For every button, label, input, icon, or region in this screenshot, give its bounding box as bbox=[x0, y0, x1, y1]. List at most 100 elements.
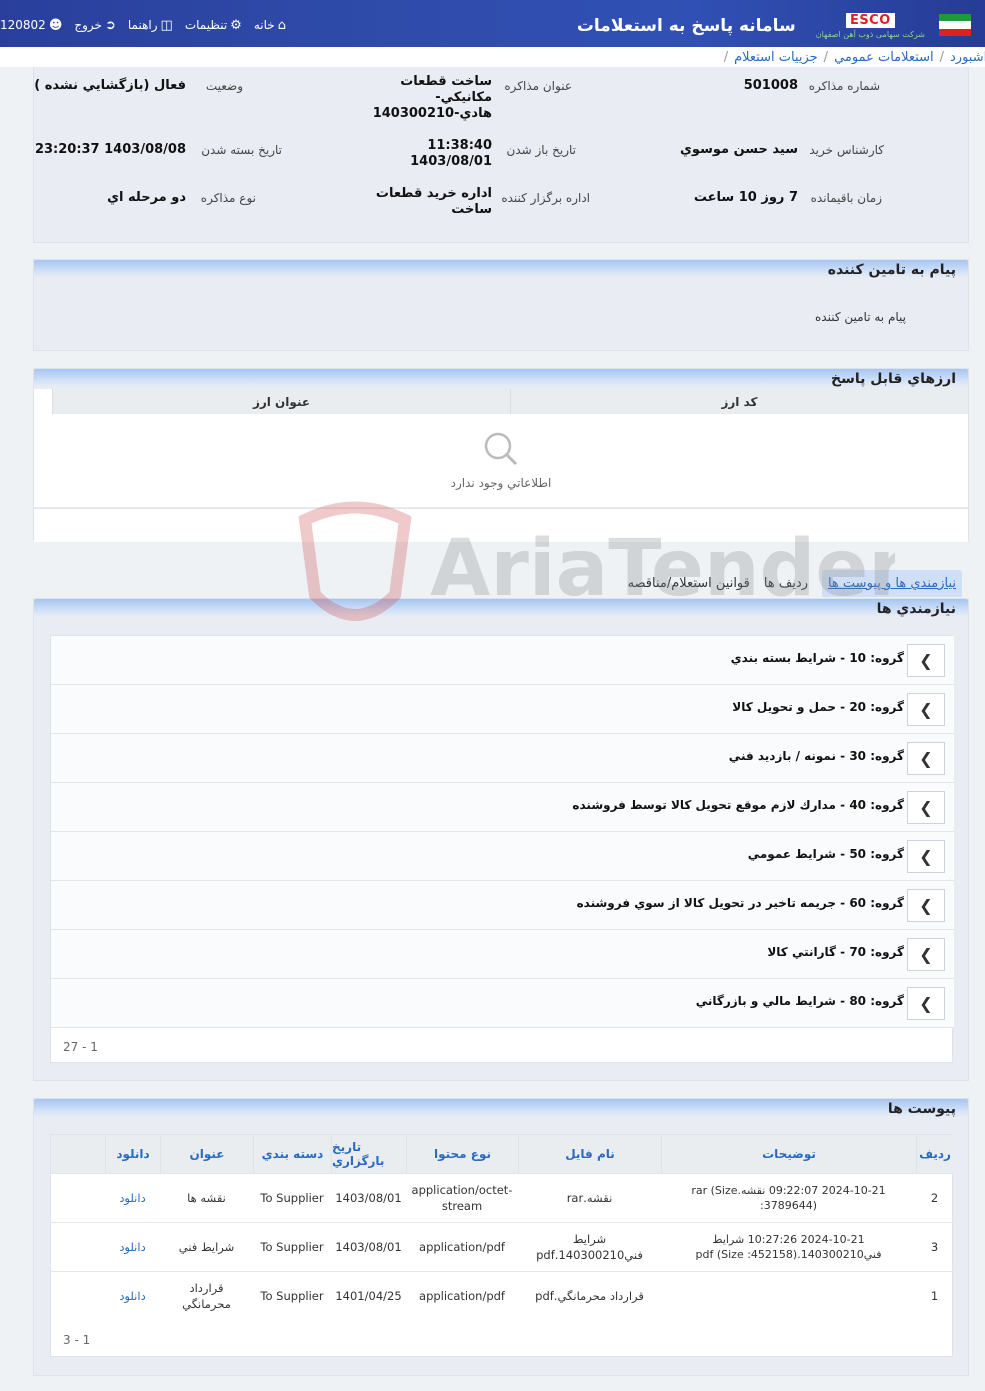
user-icon: ☻ bbox=[48, 17, 63, 33]
table-row: 2 2024-10-21 09:22:07 نقشه.rar (Size :37… bbox=[51, 1173, 953, 1222]
brand-area: ESCO شرکت سهامی ذوب آهن اصفهان سامانه پا… bbox=[577, 8, 975, 44]
remaining-time: 7 روز 10 ساعت bbox=[693, 190, 798, 205]
panel-header bbox=[34, 369, 968, 387]
requirement-group[interactable]: ❮ گروه: 60 - جريمه تاخير در تحويل کالا از… bbox=[51, 881, 954, 930]
requirement-group-label: گروه: 50 - شرايط عمومي bbox=[747, 847, 904, 861]
top-nav: 120802 ☻ خروج ➲ راهنما ◫ تنظيمات ⚙ خانه ⌂ bbox=[0, 18, 286, 32]
chevron-left-icon[interactable]: ❮ bbox=[907, 840, 945, 873]
cell-upload-date: 1403/08/01 bbox=[335, 1190, 402, 1205]
gear-icon: ⚙ bbox=[230, 17, 242, 33]
title-line: هادي-140300210 bbox=[372, 106, 492, 121]
requirement-group[interactable]: ❮ گروه: 70 - گارانتي کالا bbox=[51, 930, 954, 979]
detail-tabs: نيازمندي ها و پيوست ها رديف ها قوانين اس… bbox=[628, 567, 962, 600]
cell-upload-date: 1403/08/01 bbox=[335, 1239, 402, 1254]
attachments-title: پيوست ها bbox=[887, 1101, 956, 1117]
cell-category: To Supplier bbox=[260, 1288, 324, 1303]
requirement-group-label: گروه: 70 - گارانتي کالا bbox=[767, 945, 904, 959]
download-link[interactable]: دانلود bbox=[105, 1174, 160, 1223]
search-icon bbox=[484, 432, 518, 466]
requirement-group[interactable]: ❮ گروه: 40 - مدارك لازم موقع تحويل کالا ت… bbox=[51, 783, 954, 832]
cell-description: 2024-10-21 10:27:26 شرايط فني140300210.p… bbox=[695, 1232, 882, 1261]
breadcrumb: داشبورد / استعلامات عمومي / جزييات استعل… bbox=[0, 47, 985, 67]
breadcrumb-public-inquiries[interactable]: استعلامات عمومي bbox=[834, 50, 934, 65]
col-currency-title[interactable]: عنوان ارز bbox=[52, 389, 510, 414]
requirement-group[interactable]: ❮ گروه: 80 - شرايط مالي و بازرگاني bbox=[51, 979, 954, 1028]
chevron-left-icon[interactable]: ❮ bbox=[907, 791, 945, 824]
requirements-panel: نيازمندي ها ❮ گروه: 10 - شرايط بسته بندي … bbox=[33, 598, 969, 1081]
table-footer bbox=[34, 508, 968, 542]
cell-file-name: نقشه.rar bbox=[566, 1190, 613, 1205]
status-label: وضعيت bbox=[205, 79, 243, 93]
requirement-group-label: گروه: 20 - حمل و تحويل کالا bbox=[732, 700, 904, 714]
chevron-left-icon[interactable]: ❮ bbox=[907, 693, 945, 726]
tab-requirements-attachments[interactable]: نيازمندي ها و پيوست ها bbox=[821, 570, 962, 597]
settings-label: تنظيمات bbox=[184, 18, 228, 32]
requirement-group[interactable]: ❮ گروه: 10 - شرايط بسته بندي bbox=[51, 636, 954, 685]
breadcrumb-separator: / bbox=[823, 49, 829, 65]
chevron-left-icon[interactable]: ❮ bbox=[907, 938, 945, 971]
tab-rules[interactable]: قوانين استعلام/مناقصه bbox=[628, 576, 750, 591]
cell-category: To Supplier bbox=[260, 1190, 324, 1205]
cell-content-type: application/pdf bbox=[419, 1239, 505, 1254]
organizer-label: اداره برگزار کننده bbox=[501, 191, 590, 205]
title-line: مکانيکي- bbox=[435, 90, 492, 105]
col-file-name[interactable]: نام فايل bbox=[518, 1135, 661, 1173]
chevron-left-icon[interactable]: ❮ bbox=[907, 987, 945, 1020]
logout-label: خروج bbox=[74, 18, 102, 32]
table-row: 1 قرارداد محرمانگي.pdf application/pdf 1… bbox=[51, 1271, 953, 1320]
organizer-line: ساخت bbox=[451, 202, 492, 217]
col-row[interactable]: رديف bbox=[916, 1135, 953, 1173]
esco-logo-text: ESCO bbox=[845, 13, 895, 28]
breadcrumb-dashboard[interactable]: داشبورد bbox=[950, 50, 985, 65]
col-title[interactable]: عنوان bbox=[160, 1135, 253, 1173]
col-category[interactable]: دسته بندي bbox=[253, 1135, 331, 1173]
purchase-expert-label: کارشناس خريد bbox=[809, 143, 884, 157]
col-currency-code[interactable]: کد ارز bbox=[510, 389, 968, 414]
tab-rows[interactable]: رديف ها bbox=[764, 576, 808, 591]
download-link[interactable]: دانلود bbox=[105, 1272, 160, 1321]
cell-title: شرايط فني bbox=[178, 1239, 235, 1254]
status-value: فعال (بازگشايي نشده ) bbox=[34, 78, 186, 93]
empty-state: اطلاعاتي وجود ندارد bbox=[34, 429, 968, 490]
col-upload-date[interactable]: تاريخ بارگزاري bbox=[331, 1135, 406, 1173]
cell-description: 2024-10-21 09:22:07 نقشه.rar (Size :3789… bbox=[691, 1183, 886, 1212]
user-menu[interactable]: 120802 ☻ bbox=[0, 18, 62, 32]
requirements-pager: 1 - 27 bbox=[63, 1040, 98, 1054]
close-date-label: تاريخ بسته شدن bbox=[201, 143, 282, 157]
breadcrumb-inquiry-details[interactable]: جزييات استعلام bbox=[734, 50, 818, 65]
col-content-type[interactable]: نوع محتوا bbox=[406, 1135, 518, 1173]
chevron-left-icon[interactable]: ❮ bbox=[907, 742, 945, 775]
cell-category: To Supplier bbox=[260, 1239, 324, 1254]
app-title: سامانه پاسخ به استعلامات bbox=[576, 16, 796, 36]
requirement-group[interactable]: ❮ گروه: 50 - شرايط عمومي bbox=[51, 832, 954, 881]
logout-link[interactable]: خروج ➲ bbox=[74, 18, 116, 32]
col-description[interactable]: توضيحات bbox=[661, 1135, 916, 1173]
cell-description bbox=[661, 1272, 916, 1321]
negotiation-number-label: شماره مذاکره bbox=[808, 79, 880, 93]
breadcrumb-separator: / bbox=[723, 49, 729, 65]
help-link[interactable]: راهنما ◫ bbox=[128, 18, 173, 32]
negotiation-details: شماره مذاکره 501008 عنوان مذاکره ساخت قط… bbox=[33, 67, 969, 243]
open-date: 11:38:40 1403/08/01 bbox=[410, 138, 492, 170]
remaining-time-label: زمان باقيمانده bbox=[810, 191, 882, 205]
col-download[interactable]: دانلود bbox=[105, 1135, 160, 1173]
chevron-left-icon[interactable]: ❮ bbox=[907, 644, 945, 677]
chevron-left-icon[interactable]: ❮ bbox=[907, 889, 945, 922]
cell-title: قرارداد محرمانگي bbox=[182, 1280, 231, 1311]
cell-content-type: application/pdf bbox=[419, 1288, 505, 1303]
esco-subtitle: شرکت سهامی ذوب آهن اصفهان bbox=[815, 30, 925, 39]
requirement-group-label: گروه: 10 - شرايط بسته بندي bbox=[730, 651, 904, 665]
cell-file-name: شرايط فني140300210.pdf bbox=[536, 1231, 643, 1262]
open-time: 11:38:40 bbox=[427, 138, 492, 153]
download-link[interactable]: دانلود bbox=[105, 1223, 160, 1272]
currencies-table: کد ارز عنوان ارز اطلاعاتي وجود ندارد bbox=[34, 389, 968, 542]
settings-link[interactable]: تنظيمات ⚙ bbox=[185, 18, 242, 32]
cell-title: نقشه ها bbox=[187, 1190, 226, 1205]
home-link[interactable]: خانه ⌂ bbox=[254, 18, 286, 32]
requirement-group[interactable]: ❮ گروه: 30 - نمونه / بازديد فني bbox=[51, 734, 954, 783]
negotiation-title-label: عنوان مذاکره bbox=[504, 79, 572, 93]
cell-row: 1 bbox=[930, 1288, 939, 1303]
iran-flag-logo bbox=[935, 8, 975, 44]
requirement-group[interactable]: ❮ گروه: 20 - حمل و تحويل کالا bbox=[51, 685, 954, 734]
cell-upload-date: 1401/04/25 bbox=[335, 1288, 402, 1303]
